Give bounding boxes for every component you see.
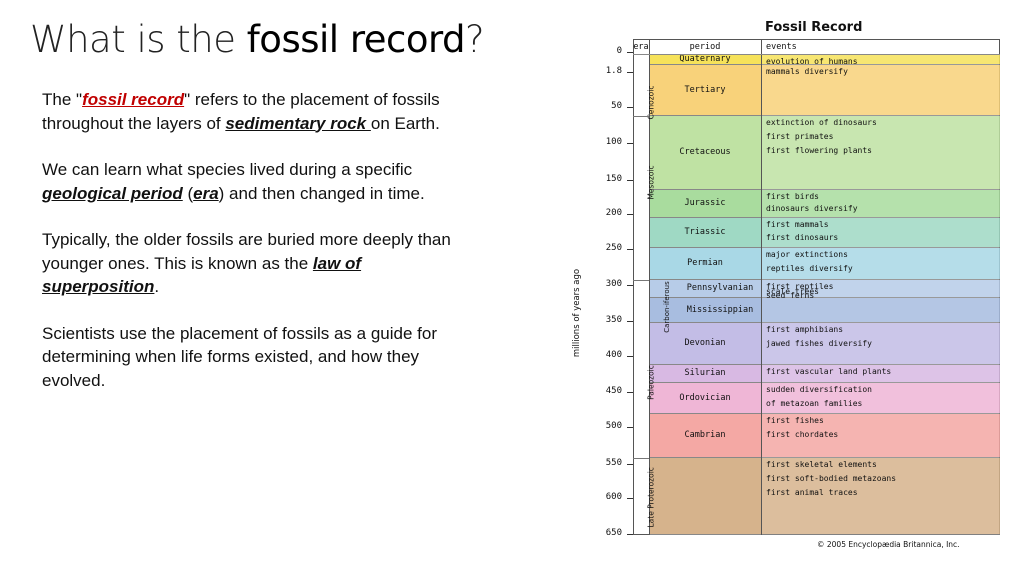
y-tick-mark xyxy=(627,143,633,144)
events-row xyxy=(762,298,1000,323)
period-label: Permian xyxy=(687,258,723,268)
event-label: of metazoan families xyxy=(766,398,863,408)
slide-body: The "fossil record" refers to the placem… xyxy=(42,88,467,415)
y-tick-mark xyxy=(627,427,633,428)
era-label: Paleozoic xyxy=(646,365,656,400)
period-label: Tertiary xyxy=(684,84,726,95)
period-row xyxy=(649,458,761,535)
event-label: first flowering plants xyxy=(766,146,872,155)
paragraph-placement: Scientists use the placement of fossils … xyxy=(42,323,437,390)
fossil-record-link[interactable]: fossil record xyxy=(82,90,184,109)
y-tick-label: 450 xyxy=(605,386,622,396)
y-axis-label: millions of years ago xyxy=(572,268,583,358)
y-tick-label: 200 xyxy=(605,208,622,218)
y-tick-label: 0 xyxy=(616,46,622,56)
y-tick-label: 300 xyxy=(605,279,622,289)
column-header-period: period xyxy=(689,42,721,52)
event-label: dinosaurs diversify xyxy=(766,204,858,213)
event-label: first skeletal elements xyxy=(766,460,877,469)
era-boundary xyxy=(633,116,649,117)
period-label: Cretaceous xyxy=(679,147,731,157)
slide-title: What is the fossil record? xyxy=(30,18,485,61)
era-boundary xyxy=(633,458,649,459)
y-tick-mark xyxy=(627,107,633,108)
event-label: first primates xyxy=(766,132,834,141)
y-tick-label: 250 xyxy=(605,243,622,253)
period-label: Quaternary xyxy=(679,54,731,64)
period-label: Jurassic xyxy=(684,198,726,208)
era-label: Mesozoic xyxy=(646,165,656,200)
event-label: major extinctions xyxy=(766,250,848,259)
column-divider xyxy=(761,39,762,535)
era-label: Cenozoic xyxy=(646,85,656,120)
period-label: Cambrian xyxy=(684,430,726,440)
y-tick-label: 650 xyxy=(605,528,622,538)
period-label: Ordovician xyxy=(679,392,731,403)
y-tick-mark xyxy=(627,72,633,73)
event-label: first birds xyxy=(766,192,819,201)
event-label: first soft-bodied metazoans xyxy=(766,474,897,483)
carboniferous-label: Carbon-iferous xyxy=(663,281,671,333)
geological-period-link[interactable]: geological period xyxy=(42,184,183,203)
event-label: sudden diversification xyxy=(766,385,872,394)
y-tick-mark xyxy=(627,249,633,250)
y-tick-mark xyxy=(627,464,633,465)
chart-title: Fossil Record xyxy=(765,20,863,35)
period-label: Silurian xyxy=(684,368,726,378)
period-label: Triassic xyxy=(684,227,726,237)
y-tick-label: 1.8 xyxy=(605,66,622,76)
y-tick-mark xyxy=(627,321,633,322)
event-label: first chordates xyxy=(766,430,839,439)
period-label: Devonian xyxy=(684,338,726,348)
paragraph-fossil-record: The "fossil record" refers to the placem… xyxy=(42,90,440,133)
event-label: jawed fishes diversify xyxy=(766,339,872,348)
y-tick-mark xyxy=(627,180,633,181)
header-line xyxy=(633,54,1000,55)
fossil-record-chart: Fossil Record millions of years ago 0 1.8… xyxy=(572,18,1005,556)
y-tick-label: 550 xyxy=(605,458,622,468)
y-tick-label: 600 xyxy=(605,492,622,502)
era-label: Late Proterozoic xyxy=(646,467,656,528)
y-tick-label: 150 xyxy=(605,174,622,184)
y-tick-label: 100 xyxy=(605,137,622,147)
event-label: first animal traces xyxy=(766,488,858,497)
copyright: © 2005 Encyclopædia Britannica, Inc. xyxy=(817,540,960,549)
event-label: first mammals xyxy=(766,220,829,229)
event-label: reptiles diversify xyxy=(766,264,853,273)
paragraph-superposition: Typically, the older fossils are buried … xyxy=(42,230,451,296)
sedimentary-rock-link[interactable]: sedimentary rock xyxy=(225,114,371,133)
period-label: Mississippian xyxy=(686,304,754,315)
y-tick-label: 50 xyxy=(611,101,622,111)
column-header-era: era xyxy=(633,42,649,52)
era-boundary xyxy=(633,280,649,281)
y-tick-mark xyxy=(627,392,633,393)
event-label: first amphibians xyxy=(766,325,844,334)
column-header-events: events xyxy=(766,42,797,52)
period-label: Pennsylvanian xyxy=(686,283,754,293)
event-label: mammals diversify xyxy=(766,67,848,76)
event-label: first dinosaurs xyxy=(766,233,839,242)
y-tick-mark xyxy=(627,214,633,215)
era-link[interactable]: era xyxy=(193,184,219,203)
y-tick-label: 350 xyxy=(605,315,622,325)
y-tick-mark xyxy=(627,498,633,499)
paragraph-geological-period: We can learn what species lived during a… xyxy=(42,160,425,203)
y-tick-label: 500 xyxy=(605,421,622,431)
event-label: first vascular land plants xyxy=(766,367,892,376)
y-tick-mark xyxy=(627,285,633,286)
event-label: extinction of dinosaurs xyxy=(766,118,877,127)
y-tick-mark xyxy=(627,356,633,357)
y-tick-label: 400 xyxy=(605,350,622,360)
y-tick-mark xyxy=(627,534,633,535)
event-label: first fishes xyxy=(766,416,824,425)
